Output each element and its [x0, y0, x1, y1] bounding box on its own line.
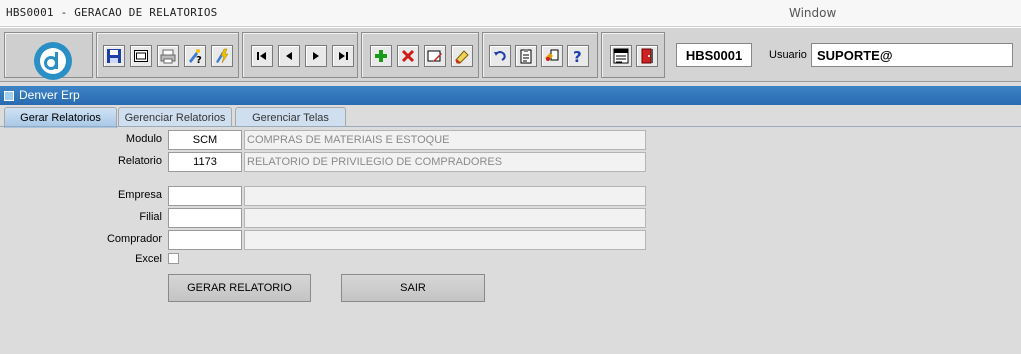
undo-button[interactable] — [489, 45, 511, 67]
insert-record-icon — [375, 50, 387, 62]
tab-gerenciar-telas[interactable]: Gerenciar Telas — [235, 107, 346, 127]
help-button[interactable]: ? — [567, 45, 589, 67]
comprador-code-input[interactable] — [168, 230, 242, 250]
next-record-icon — [313, 52, 319, 60]
undo-icon — [494, 51, 506, 61]
delete-record-icon — [401, 49, 415, 63]
previous-record-button[interactable] — [278, 45, 300, 67]
relatorio-label: Relatorio — [117, 155, 162, 167]
form-code-field: HBS0001 — [676, 43, 752, 67]
window-button[interactable] — [130, 45, 152, 67]
query-icon: ? — [189, 49, 202, 64]
insert-record-button[interactable] — [370, 45, 392, 67]
edit-button[interactable] — [424, 45, 446, 67]
window-icon — [134, 50, 148, 62]
app-header: Denver Erp — [0, 86, 1021, 105]
edit-tools-group — [361, 32, 479, 78]
exit-icon — [641, 48, 653, 64]
empresa-code-input[interactable] — [168, 186, 242, 206]
modulo-desc-field: COMPRAS DE MATERIAIS E ESTOQUE — [244, 130, 646, 150]
execute-query-icon — [216, 48, 229, 64]
delete-record-button[interactable] — [397, 45, 419, 67]
comprador-desc-field — [244, 230, 646, 250]
comprador-label: Comprador — [106, 233, 162, 245]
exit-button[interactable] — [636, 45, 658, 67]
relatorio-desc-field: RELATORIO DE PRIVILEGIO DE COMPRADORES — [244, 152, 646, 172]
execute-query-button[interactable] — [211, 45, 233, 67]
print-button[interactable] — [157, 45, 179, 67]
svg-text:?: ? — [196, 55, 202, 64]
menu-icon — [613, 48, 629, 64]
generate-report-button[interactable]: GERAR RELATORIO — [168, 274, 311, 302]
clear-button[interactable] — [451, 45, 473, 67]
menu-tools-group — [601, 32, 665, 78]
next-record-button[interactable] — [305, 45, 327, 67]
key-icon — [545, 49, 559, 61]
modulo-label: Modulo — [125, 133, 162, 145]
logo-group — [4, 32, 93, 80]
save-icon — [107, 49, 121, 63]
print-icon — [160, 49, 176, 64]
user-field: SUPORTE@ — [811, 43, 1013, 67]
last-record-button[interactable] — [332, 45, 354, 67]
first-record-icon — [257, 52, 266, 60]
help-icon: ? — [573, 48, 582, 64]
toolbar: ? ? HBS0001 Usuario SUPORTE@ — [0, 27, 1021, 82]
empresa-label: Empresa — [117, 189, 162, 201]
tab-gerar-relatorios[interactable]: Gerar Relatorios — [4, 107, 117, 128]
user-label: Usuario — [769, 49, 807, 61]
relatorio-code-input[interactable]: 1173 — [168, 152, 242, 172]
menu-button[interactable] — [610, 45, 632, 67]
save-button[interactable] — [103, 45, 125, 67]
tab-gerenciar-relatorios[interactable]: Gerenciar Relatorios — [118, 107, 232, 127]
svg-text:?: ? — [573, 48, 582, 64]
tab-bar: Gerar Relatorios Gerenciar Relatorios Ge… — [0, 105, 1021, 128]
list-icon — [520, 49, 532, 64]
clear-icon — [455, 50, 469, 64]
app-window-icon — [4, 91, 14, 101]
filial-desc-field — [244, 208, 646, 228]
previous-record-icon — [286, 52, 292, 60]
list-button[interactable] — [515, 45, 537, 67]
key-button[interactable] — [541, 45, 563, 67]
logo-icon — [34, 42, 72, 80]
exit-form-button[interactable]: SAIR — [341, 274, 485, 302]
misc-tools-group: ? — [482, 32, 598, 78]
record-tools-group: ? — [96, 32, 239, 78]
edit-icon — [427, 50, 442, 62]
filial-code-input[interactable] — [168, 208, 242, 228]
app-title: Denver Erp — [19, 88, 80, 102]
modulo-code-input[interactable]: SCM — [168, 130, 242, 150]
filial-label: Filial — [139, 211, 162, 223]
excel-label: Excel — [135, 253, 162, 265]
window-title: HBS0001 - GERACAO DE RELATORIOS — [6, 6, 218, 19]
empresa-desc-field — [244, 186, 646, 206]
excel-checkbox[interactable] — [168, 253, 179, 264]
last-record-icon — [339, 52, 348, 60]
query-button[interactable]: ? — [184, 45, 206, 67]
title-bar: HBS0001 - GERACAO DE RELATORIOS Window — [0, 0, 1021, 27]
first-record-button[interactable] — [251, 45, 273, 67]
menu-window[interactable]: Window — [789, 6, 836, 20]
tab-divider — [0, 126, 1021, 127]
navigation-group — [242, 32, 358, 78]
